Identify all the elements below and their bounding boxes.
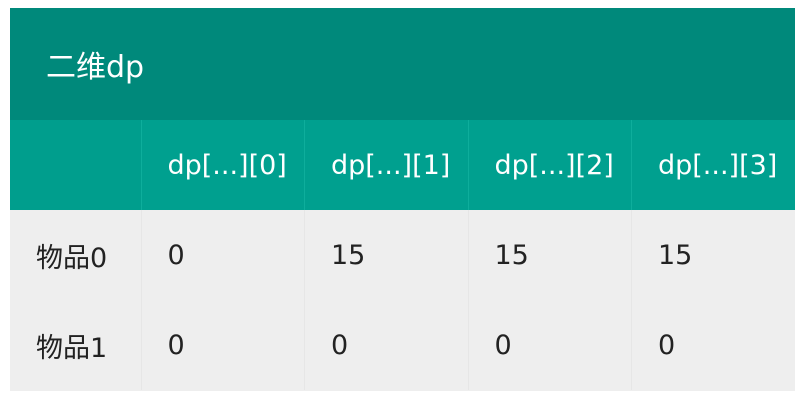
dp-table: dp[...][0] dp[...][1] dp[...][2] dp[...]… [10, 120, 795, 390]
header-row: dp[...][0] dp[...][1] dp[...][2] dp[...]… [10, 120, 795, 210]
column-header-corner [10, 120, 141, 210]
column-header-dp-3: dp[...][3] [631, 120, 795, 210]
row-label: 物品1 [10, 300, 141, 390]
table-cell: 15 [631, 210, 795, 300]
table-cell: 0 [467, 300, 632, 390]
column-header-dp-1: dp[...][1] [304, 120, 468, 210]
column-header-dp-2: dp[...][2] [467, 120, 632, 210]
table-cell: 0 [631, 300, 795, 390]
table-cell: 0 [140, 300, 305, 390]
table-cell: 0 [304, 300, 468, 390]
dp-table-card: 二维dp dp[...][0] dp[...][1] dp[...][2] dp… [10, 8, 795, 391]
table-cell: 15 [304, 210, 468, 300]
table-cell: 15 [467, 210, 632, 300]
table-row: 物品1 0 0 0 0 [10, 300, 795, 390]
table-title-bar: 二维dp [10, 8, 795, 120]
table-row: 物品0 0 15 15 15 [10, 210, 795, 300]
table-cell: 0 [140, 210, 305, 300]
row-label: 物品0 [10, 210, 141, 300]
table-title: 二维dp [46, 50, 145, 85]
column-header-dp-0: dp[...][0] [140, 120, 305, 210]
